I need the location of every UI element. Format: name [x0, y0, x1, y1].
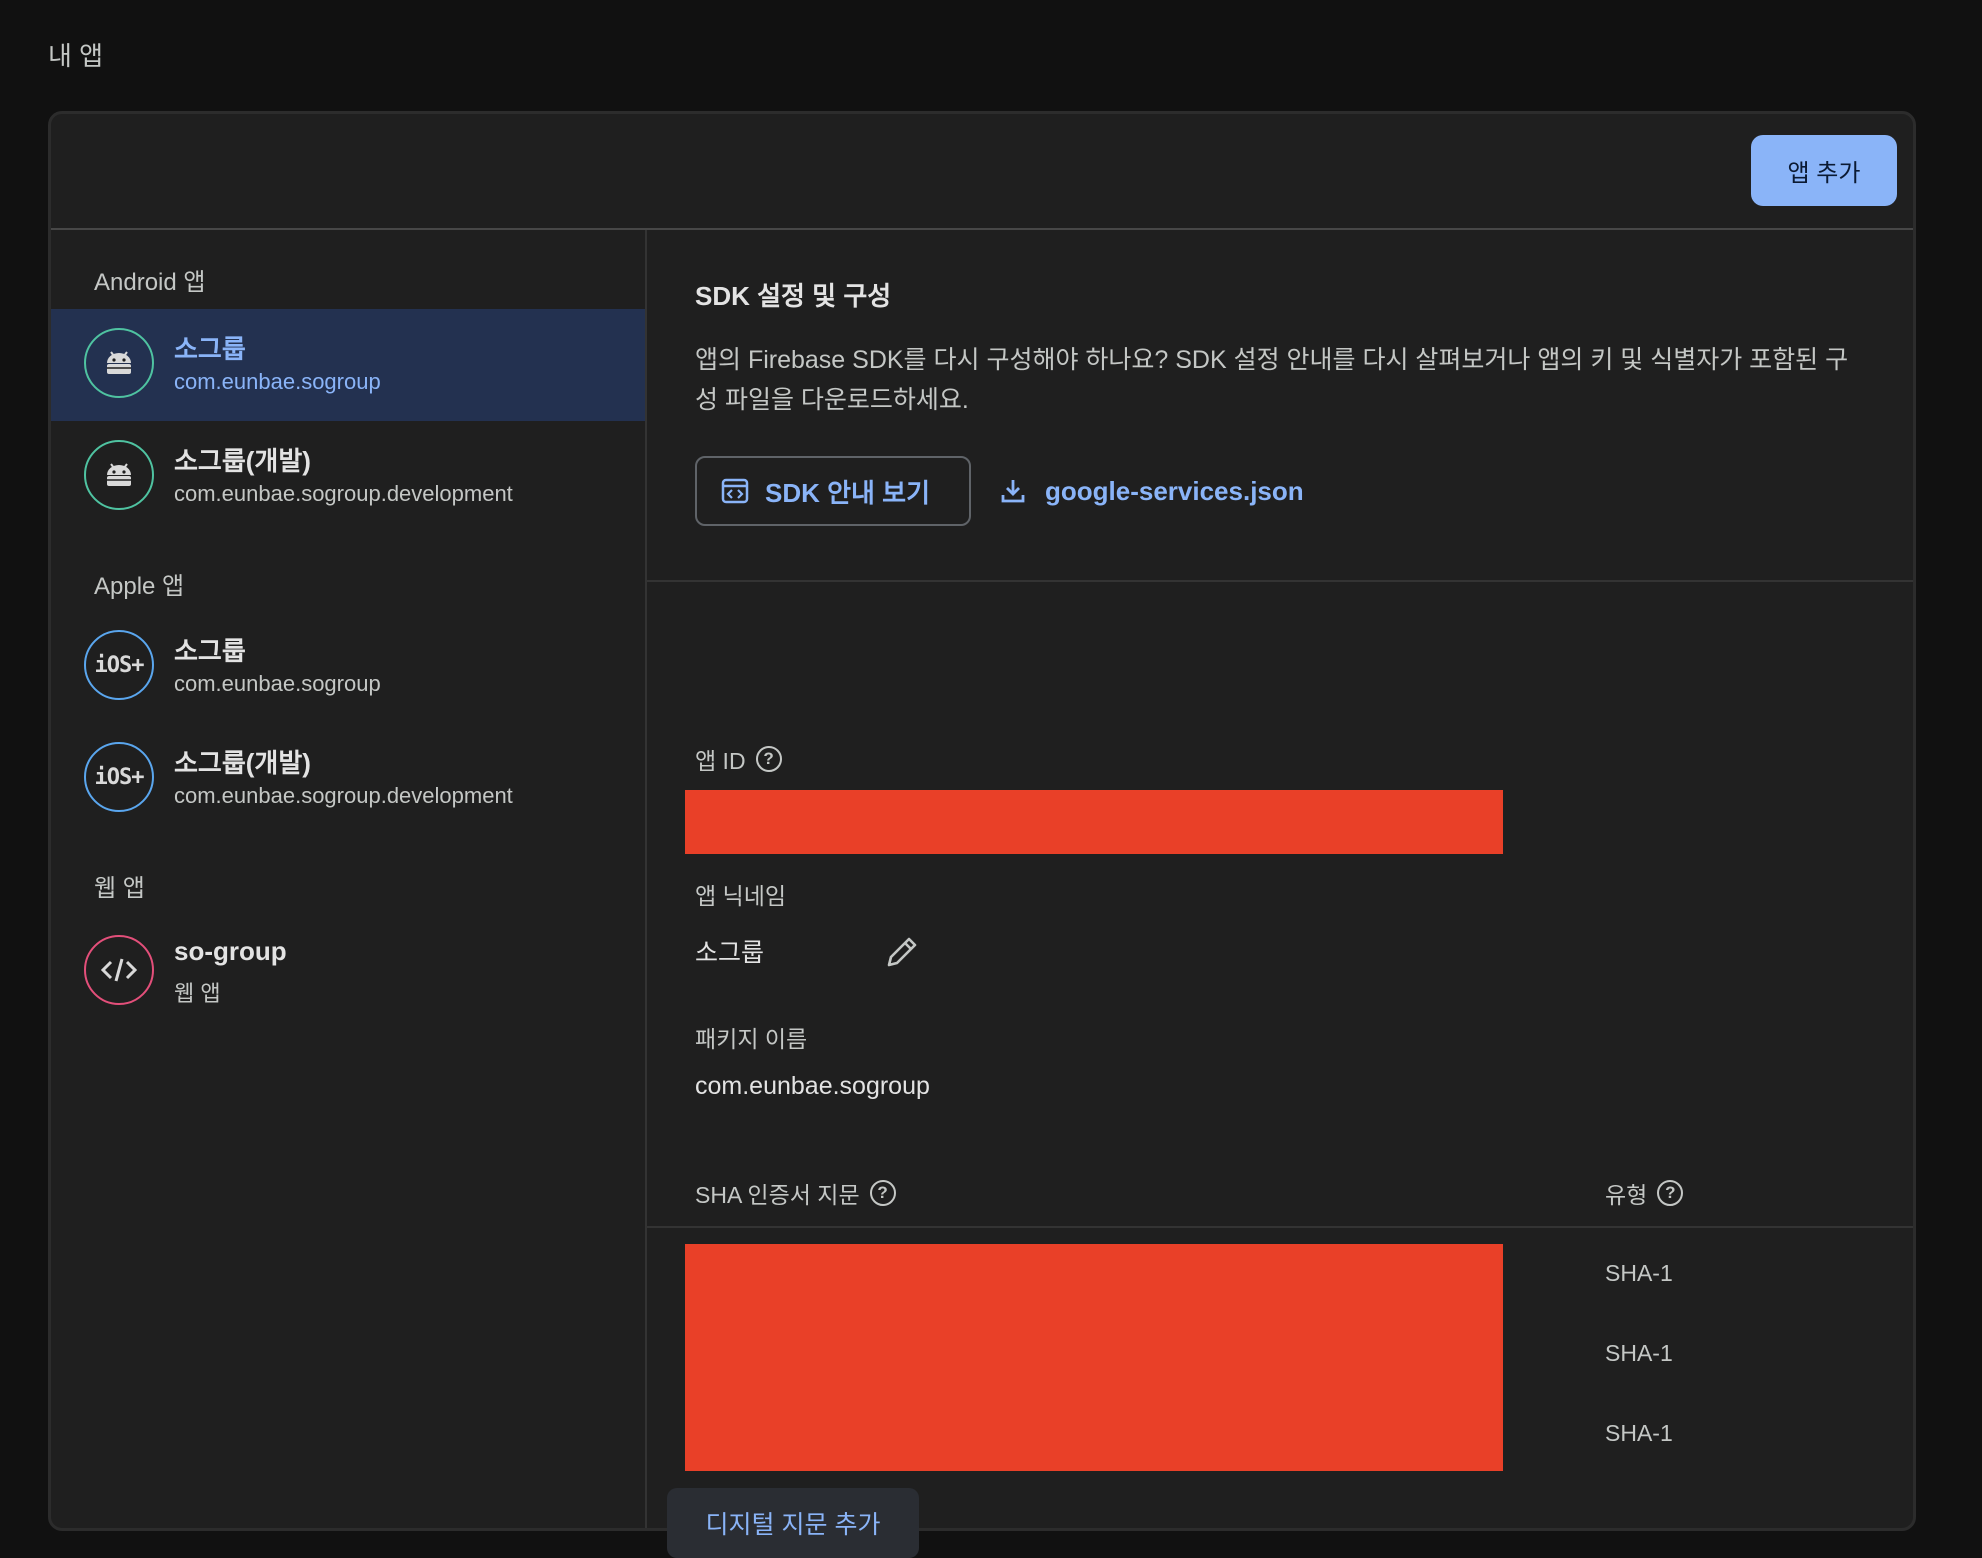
app-package: com.eunbae.sogroup.development [174, 783, 513, 808]
download-config-button[interactable]: google-services.json [999, 456, 1304, 526]
type-label: 유형 [1605, 1182, 1648, 1208]
add-app-button[interactable]: 앱 추가 [1751, 135, 1897, 206]
package-value: com.eunbae.sogroup [695, 1072, 930, 1100]
sha-type-row-1: SHA-1 [1605, 1260, 1673, 1286]
app-id-label-text: 앱 ID [695, 748, 746, 774]
sdk-guide-label: SDK 안내 보기 [765, 477, 931, 508]
ios-badge: iOS+ [94, 764, 145, 790]
app-name: so-group [174, 936, 287, 966]
sha-fingerprint-header: SHA 인증서 지문 ? [695, 1176, 896, 1210]
card-toolbar: 앱 추가 [51, 114, 1913, 230]
app-package: com.eunbae.sogroup [174, 671, 381, 696]
code-icon [84, 935, 154, 1005]
ios-badge: iOS+ [94, 652, 145, 678]
sdk-section-title: SDK 설정 및 구성 [695, 281, 892, 311]
download-icon [1001, 480, 1025, 503]
help-icon[interactable]: ? [1657, 1180, 1684, 1206]
app-name: 소그룹 [174, 636, 246, 666]
type-header: 유형 ? [1605, 1176, 1684, 1210]
app-details-panel: SDK 설정 및 구성 앱의 Firebase SDK를 다시 구성해야 하나요… [647, 230, 1913, 1558]
redacted-sha-fingerprints [685, 1244, 1503, 1471]
app-item-ios-sogroup-dev[interactable]: iOS+ 소그룹(개발) com.eunbae.sogroup.developm… [51, 723, 645, 835]
sdk-guide-button[interactable]: SDK 안내 보기 [695, 456, 971, 526]
nickname-value-row: 소그룹 [695, 933, 917, 969]
app-id-label: 앱 ID ? [695, 742, 782, 776]
package-label: 패키지 이름 [695, 1020, 807, 1054]
sha-fingerprint-label: SHA 인증서 지문 [695, 1182, 860, 1208]
app-name: 소그룹(개발) [174, 446, 311, 476]
edit-icon[interactable] [883, 933, 921, 978]
apps-card: 앱 추가 Android 앱 소그룹 com.eunbae.sogroup 소그… [48, 111, 1916, 1558]
sdk-section: SDK 설정 및 구성 앱의 Firebase SDK를 다시 구성해야 하나요… [647, 230, 1913, 582]
app-item-ios-sogroup[interactable]: iOS+ 소그룹 com.eunbae.sogroup [51, 611, 645, 723]
app-item-web-so-group[interactable]: so-group 웹 앱 [51, 916, 645, 1028]
app-package: com.eunbae.sogroup [174, 369, 381, 394]
app-item-android-sogroup-dev[interactable]: 소그룹(개발) com.eunbae.sogroup.development [51, 421, 645, 533]
ios-app-icon: iOS+ [84, 630, 154, 700]
section-label-android: Android 앱 [94, 269, 206, 296]
app-name: 소그룹 [174, 334, 246, 364]
sha-type-row-2: SHA-1 [1605, 1340, 1673, 1366]
sha-type-row-3: SHA-1 [1605, 1420, 1673, 1446]
code-window-icon [721, 478, 749, 504]
help-icon[interactable]: ? [869, 1180, 896, 1206]
app-item-android-sogroup[interactable]: 소그룹 com.eunbae.sogroup [51, 309, 645, 421]
page-title: 내 앱 [48, 41, 104, 71]
app-list-sidebar: Android 앱 소그룹 com.eunbae.sogroup 소그룹(개발)… [51, 230, 647, 1528]
android-app-icon [84, 328, 154, 398]
redacted-app-id [685, 790, 1503, 854]
app-platform-label: 웹 앱 [174, 981, 221, 1006]
section-label-web: 웹 앱 [94, 875, 145, 902]
add-fingerprint-button[interactable]: 디지털 지문 추가 [667, 1488, 919, 1558]
nickname-label: 앱 닉네임 [695, 877, 786, 911]
config-file-label: google-services.json [1045, 475, 1304, 506]
sdk-description: 앱의 Firebase SDK를 다시 구성해야 하나요? SDK 설정 안내를… [695, 346, 1849, 414]
app-package: com.eunbae.sogroup.development [174, 481, 513, 506]
ios-app-icon: iOS+ [84, 742, 154, 812]
table-divider [647, 1226, 1913, 1228]
help-icon[interactable]: ? [755, 746, 782, 772]
app-name: 소그룹(개발) [174, 748, 311, 778]
section-label-apple: Apple 앱 [94, 573, 185, 600]
android-app-icon [84, 440, 154, 510]
nickname-label-text: 앱 닉네임 [695, 883, 787, 909]
nickname-value: 소그룹 [695, 939, 765, 967]
package-label-text: 패키지 이름 [695, 1026, 808, 1052]
